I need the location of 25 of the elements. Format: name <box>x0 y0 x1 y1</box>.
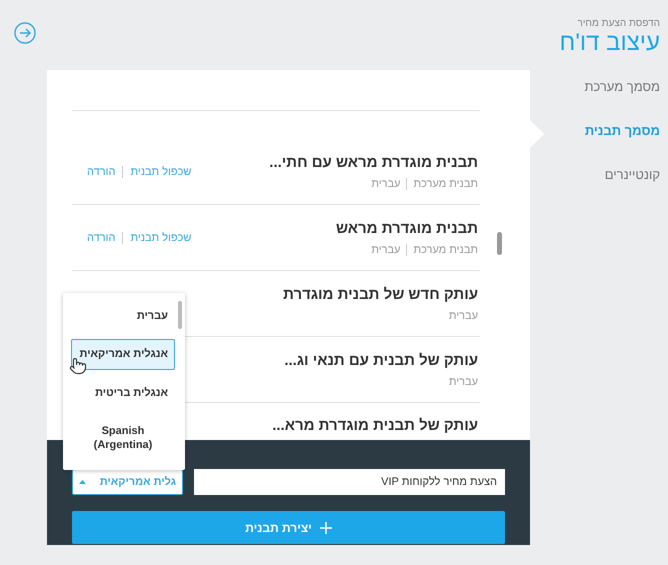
template-title[interactable]: תבנית מוגדרת מראש <box>336 220 478 236</box>
template-meta: תבנית מערכת <box>406 244 478 256</box>
arrow-circle-icon[interactable] <box>14 22 36 44</box>
template-name-field[interactable]: הצעת מחיר ללקוחות VIP <box>194 469 505 496</box>
template-meta: תבנית מערכת <box>406 178 478 190</box>
template-meta: עברית <box>448 310 478 322</box>
template-title[interactable]: עותק של תבנית מוגדרת מרא... <box>272 417 478 434</box>
plus-icon <box>320 522 332 534</box>
sidebar-item[interactable]: קונטיינרים <box>530 167 660 211</box>
language-option[interactable]: אנגלית אמריקאית <box>71 339 175 370</box>
template-title[interactable]: עותק חדש של תבנית מוגדרת <box>283 286 478 302</box>
language-option[interactable]: אנגלית בריטית <box>71 378 175 408</box>
template-title[interactable]: תבנית מוגדרת מראש עם חתי... <box>269 154 478 170</box>
breadcrumb: הדפסת הצעת מחיר <box>576 18 660 29</box>
page-title: עיצוב דו'ח <box>558 29 660 57</box>
language-option[interactable]: עברית <box>71 301 175 332</box>
scrollbar-thumb[interactable] <box>178 301 182 329</box>
language-option[interactable]: Spanish (Argentina) <box>71 416 175 460</box>
sidebar-item[interactable]: מסמך מערכת <box>530 79 660 123</box>
scrollbar-thumb[interactable] <box>497 232 502 255</box>
template-title[interactable]: עותק של תבנית עם תנאי וג... <box>284 352 478 368</box>
template-meta: עברית <box>370 178 402 190</box>
template-meta: עברית <box>370 244 402 256</box>
template-meta: עברית <box>448 376 478 388</box>
caret-icon <box>79 480 86 484</box>
